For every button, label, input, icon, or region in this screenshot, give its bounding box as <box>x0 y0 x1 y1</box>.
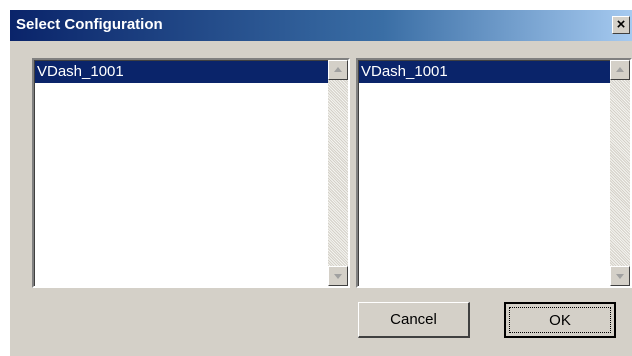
ok-button[interactable]: OK <box>504 302 616 338</box>
close-button[interactable]: × <box>612 16 630 34</box>
scroll-down-button[interactable] <box>328 266 348 286</box>
scroll-up-arrow-icon <box>334 67 342 72</box>
cancel-button[interactable]: Cancel <box>358 302 470 338</box>
select-configuration-dialog: Select Configuration × VDash_1001 VDash_… <box>10 10 632 356</box>
scroll-down-arrow-icon <box>616 274 624 279</box>
scroll-up-button[interactable] <box>328 60 348 80</box>
title-bar[interactable]: Select Configuration × <box>10 10 632 41</box>
scroll-down-button[interactable] <box>610 266 630 286</box>
ok-button-label: OK <box>509 307 611 333</box>
scroll-down-arrow-icon <box>334 274 342 279</box>
dialog-title: Select Configuration <box>16 16 163 33</box>
left-list-scrollbar[interactable] <box>328 60 348 286</box>
list-item[interactable]: VDash_1001 <box>359 61 610 83</box>
right-configuration-list[interactable]: VDash_1001 <box>356 58 632 288</box>
close-icon: × <box>616 16 626 33</box>
scroll-up-button[interactable] <box>610 60 630 80</box>
list-item[interactable]: VDash_1001 <box>35 61 328 83</box>
scroll-up-arrow-icon <box>616 67 624 72</box>
left-configuration-list[interactable]: VDash_1001 <box>32 58 350 288</box>
right-list-scrollbar[interactable] <box>610 60 630 286</box>
